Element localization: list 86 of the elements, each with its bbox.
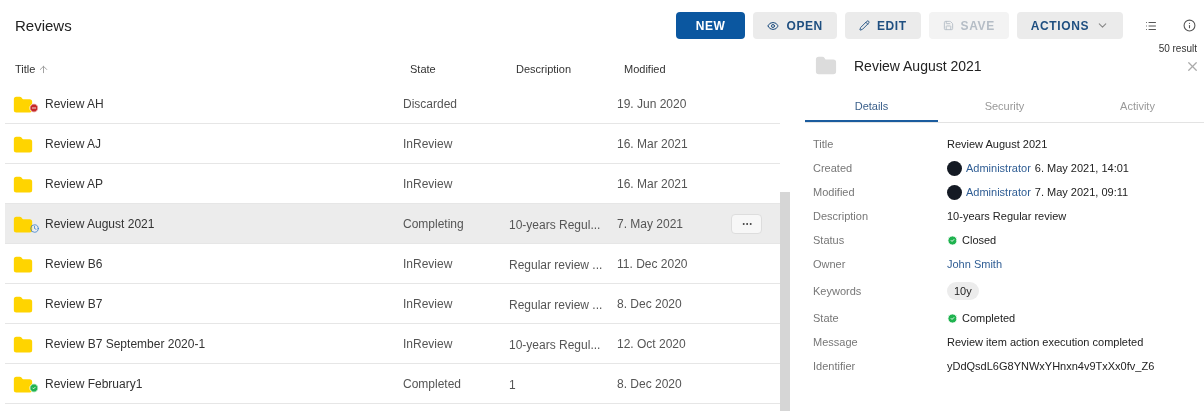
field-label: Keywords [813,284,863,299]
column-header[interactable]: Modified [624,63,790,75]
field-value: Review August 2021 [947,138,1048,150]
check-icon [947,234,958,246]
field-label: Status [813,233,846,248]
field-value: Review item action execution completed [947,336,1144,348]
description-cell: Regular review ... [509,257,603,272]
folder-icon [13,214,33,235]
column-header[interactable]: Title [15,63,410,75]
state-cell-text: InReview [403,136,454,151]
modified-cell-text: 8. Dec 2020 [617,376,683,391]
column-header[interactable]: State [410,63,516,75]
folder-icon [13,254,33,275]
field-value: yDdQsdL6G8YNWxYHnxn4v9TxXx0fv_Z6 [947,360,1155,372]
details-title: Review August 2021 [854,58,983,74]
more-button[interactable] [731,213,762,234]
user-link[interactable]: Administrator [966,186,1031,198]
folder-icon [815,55,837,77]
keyword-chip: 10y [947,282,979,300]
sort-arrow-icon [38,63,50,75]
field-label: Title [813,137,835,152]
avatar [947,160,962,176]
description-cell: 10-years Regul... [509,337,601,352]
results-count: 50 result [1158,43,1197,54]
state-cell-text: InReview [403,256,454,271]
column-header[interactable]: Description [516,63,624,75]
modified-cell-text: 12. Oct 2020 [617,336,687,351]
clock-icon [30,223,39,233]
title-cell: Review August 2021 [45,216,155,231]
title-cell: Review AH [45,96,104,111]
field-label: Description [813,209,870,224]
state-cell-text: InReview [403,336,454,351]
folder-icon [13,334,33,355]
pencil-icon [858,20,870,31]
check-icon [29,382,39,393]
title-cell: Review AP [45,176,104,191]
user-link[interactable]: Administrator [966,162,1031,174]
folder-icon [13,94,33,115]
field-value: 7. May 2021, 09:11 [1034,186,1129,198]
field-value: Closed [962,234,997,246]
title-cell: Review B7 [45,296,103,311]
field-label: Modified [813,185,856,200]
state-cell-text: Discarded [403,96,459,111]
new-button[interactable]: NEW [675,12,746,39]
scrollbar[interactable] [780,192,790,411]
folder-icon [13,174,33,195]
eye-button[interactable]: OPEN [753,12,837,39]
avatar [947,184,962,200]
field-value: Completed [962,312,1016,324]
tab[interactable]: Details [805,92,938,122]
modified-cell-text: 8. Dec 2020 [617,296,683,311]
title-cell: Review B7 September 2020-1 [45,336,206,351]
state-cell-text: InReview [403,176,454,191]
modified-cell-text: 7. May 2021 [617,216,685,231]
table-row[interactable]: Review August 2021 Completing 10-years Regul... 7. May 2021 [5,204,780,244]
field-label: Message [813,335,859,350]
eye-icon [767,19,780,32]
modified-cell-text: 11. Dec 2020 [617,256,689,271]
description-cell: 10-years Regul... [509,217,601,232]
save-icon [942,20,954,31]
actions-button[interactable]: ACTIONS [1016,12,1123,39]
state-cell-text: Completing [403,216,465,231]
modified-cell-text: 16. Mar 2021 [617,176,689,191]
field-label: Identifier [813,359,857,374]
folder-icon [13,374,33,395]
minus-icon [29,102,39,113]
modified-cell-text: 19. Jun 2020 [617,96,688,111]
title-cell: Review February1 [45,376,143,391]
field-label: Created [813,161,854,176]
description-cell: 1 [509,377,516,392]
title-cell: Review B6 [45,256,103,271]
field-label: State [813,311,840,326]
field-label: Owner [813,257,847,272]
field-value: 6. May 2021, 14:01 [1034,162,1129,174]
owner-link[interactable]: John Smith [947,258,1003,270]
check-icon [947,312,958,324]
modified-cell-text: 16. Mar 2021 [617,136,689,151]
state-cell-text: Completed [403,376,463,391]
title-cell: Review AJ [45,136,102,151]
state-cell-text: InReview [403,296,454,311]
pencil-button[interactable]: EDIT [844,12,921,39]
page-title: Reviews [15,17,73,34]
folder-icon [13,134,33,155]
folder-icon [13,294,33,315]
field-value: 10-years Regular review [947,210,1067,222]
description-cell: Regular review ... [509,297,603,312]
